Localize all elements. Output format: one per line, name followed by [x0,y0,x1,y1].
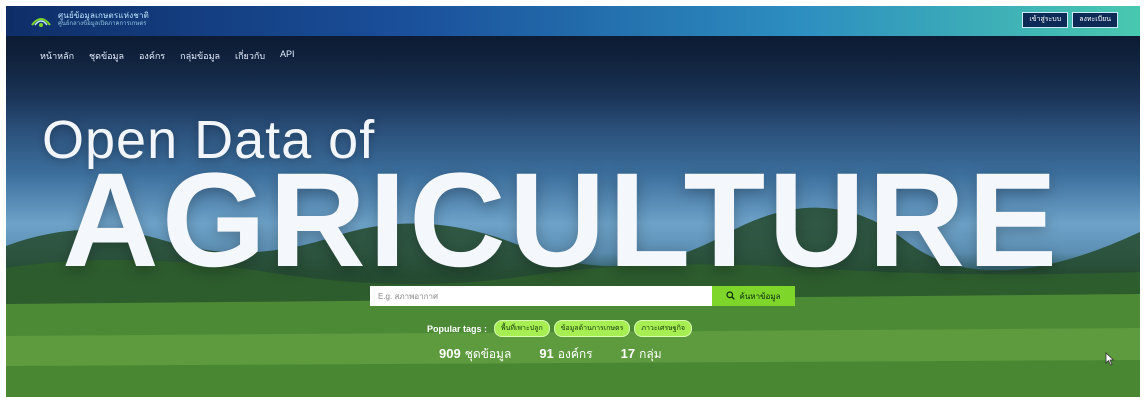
logo-title: ศูนย์ข้อมูลเกษตรแห่งชาติ [58,11,150,20]
popular-tags-label: Popular tags : [427,323,488,334]
nav-datasets[interactable]: ชุดข้อมูล [89,49,124,63]
nav-home[interactable]: หน้าหลัก [40,49,74,63]
login-button[interactable]: เข้าสู่ระบบ [1022,12,1069,28]
tag-chip[interactable]: ภาวะเศรษฐกิจ [634,320,692,337]
search-bar: ค้นหาข้อมูล [370,286,795,306]
auth-buttons: เข้าสู่ระบบ ลงทะเบียน [1022,12,1118,28]
nav-organizations[interactable]: องค์กร [139,49,165,63]
register-button[interactable]: ลงทะเบียน [1072,12,1118,28]
popular-tags: Popular tags : พื้นที่เพาะปลูก ข้อมูลด้า… [427,320,692,337]
nav-groups[interactable]: กลุ่มข้อมูล [180,49,220,63]
stat-value: 909 [439,346,461,361]
stat-value: 17 [620,346,636,361]
site-logo[interactable]: ศูนย์ข้อมูลเกษตรแห่งชาติ ศูนย์กลางข้อมูล… [30,11,149,29]
stat-label: ชุดข้อมูล [464,347,512,361]
tag-chip[interactable]: พื้นที่เพาะปลูก [494,320,550,337]
hero-headline-line2: AGRICULTURE [62,146,1061,295]
stat-groups[interactable]: 17 กลุ่ม [621,345,662,364]
page-frame: ศูนย์ข้อมูลเกษตรแห่งชาติ ศูนย์กลางข้อมูล… [6,6,1140,397]
hero-banner: หน้าหลัก ชุดข้อมูล องค์กร กลุ่มข้อมูล เก… [6,36,1140,397]
nav-api[interactable]: API [280,49,295,63]
main-nav: หน้าหลัก ชุดข้อมูล องค์กร กลุ่มข้อมูล เก… [40,49,295,63]
search-input[interactable] [370,286,712,306]
top-bar: ศูนย์ข้อมูลเกษตรแห่งชาติ ศูนย์กลางข้อมูล… [6,6,1140,36]
search-button[interactable]: ค้นหาข้อมูล [712,286,795,306]
nav-about[interactable]: เกี่ยวกับ [235,49,265,63]
logo-icon [30,11,52,29]
stat-label: องค์กร [557,347,593,361]
logo-subtitle: ศูนย์กลางข้อมูลเปิดภาคการเกษตร [58,21,147,27]
stat-label: กลุ่ม [639,347,662,361]
mouse-cursor-icon [1105,352,1115,371]
stat-datasets[interactable]: 909 ชุดข้อมูล [439,345,511,364]
site-stats: 909 ชุดข้อมูล 91 องค์กร 17 กลุ่ม [439,345,662,364]
search-icon [726,290,736,302]
search-button-label: ค้นหาข้อมูล [739,291,781,301]
stat-organizations[interactable]: 91 องค์กร [539,345,592,364]
tag-chip[interactable]: ข้อมูลด้านการเกษตร [553,320,631,337]
stat-value: 91 [539,346,554,361]
